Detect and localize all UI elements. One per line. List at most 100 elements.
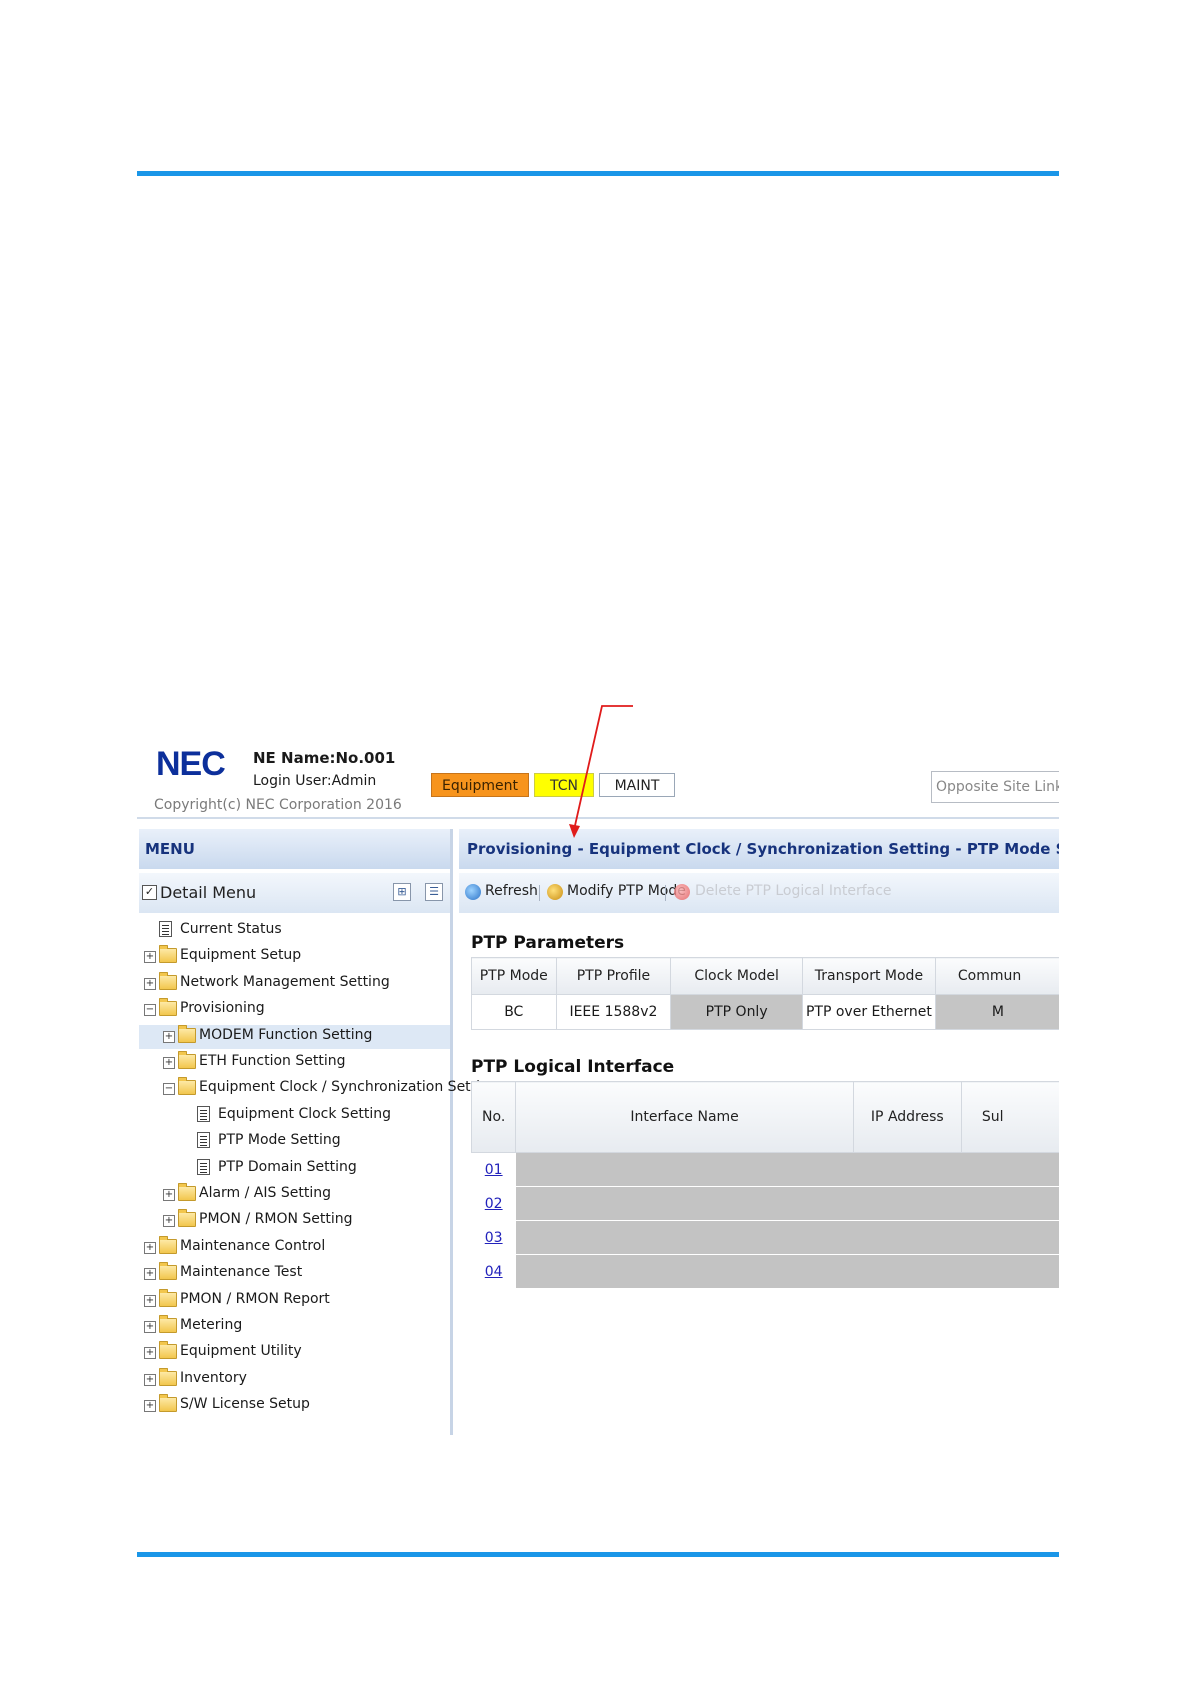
opposite-site-links-button[interactable]: Opposite Site Links: [931, 771, 1059, 803]
menu-tree-item-label: MODEM Function Setting: [199, 1026, 373, 1043]
tab-tcn[interactable]: TCN: [534, 773, 594, 797]
menu-tree-item-label: Equipment Setup: [180, 947, 302, 964]
expand-icon[interactable]: +: [144, 1400, 156, 1413]
expand-icon[interactable]: +: [144, 951, 156, 964]
folder-icon: [178, 1051, 196, 1069]
menu-tree-item-label: ETH Function Setting: [199, 1053, 346, 1069]
page-icon: [197, 1105, 210, 1122]
delete-icon: [674, 884, 690, 900]
menu-tree-item-label: Alarm / AIS Setting: [199, 1185, 331, 1201]
tab-equipment[interactable]: Equipment: [431, 773, 529, 797]
menu-tree-item-label: Equipment Clock / Synchronization Settin…: [199, 1079, 498, 1096]
folder-icon: [159, 1367, 177, 1386]
menu-tree-item[interactable]: + MODEM Function Setting: [139, 1024, 450, 1049]
table-row: 01: [471, 1152, 1059, 1187]
menu-tree-item[interactable]: + Equipment Utility: [139, 1341, 450, 1365]
expand-icon[interactable]: +: [144, 1294, 156, 1307]
menu-tree-item[interactable]: + Maintenance Test: [139, 1262, 450, 1286]
expand-icon[interactable]: +: [144, 1268, 156, 1281]
modify-ptp-mode-button[interactable]: Modify PTP Mode: [567, 883, 686, 899]
ptp-logical-interface-table: No. Interface Name IP Address Sul 01 02 03…: [470, 1081, 1059, 1289]
ptp-parameters-title: PTP Parameters: [471, 933, 625, 953]
expand-icon[interactable]: +: [163, 1057, 175, 1069]
row-data-cell: [515, 1186, 1059, 1221]
folder-icon: [159, 1394, 177, 1413]
gear-icon: [547, 884, 563, 900]
menu-tree-item[interactable]: + S/W License Setup: [139, 1394, 450, 1418]
menu-tree-item-label: Provisioning: [180, 1000, 265, 1017]
collapse-icon[interactable]: −: [144, 1004, 156, 1017]
row-number-link[interactable]: 01: [485, 1162, 503, 1178]
menu-tree-item[interactable]: + Network Management Setting: [139, 971, 450, 996]
refresh-button[interactable]: Refresh: [485, 883, 538, 899]
expand-icon[interactable]: +: [163, 1189, 175, 1201]
menu-tree-item[interactable]: + Alarm / AIS Setting: [139, 1183, 450, 1207]
menu-tree-item[interactable]: + Maintenance Control: [139, 1235, 450, 1260]
menu-tree-item-label: PMON / RMON Setting: [199, 1211, 353, 1228]
detail-menu-checkbox[interactable]: ✓: [142, 885, 157, 900]
menu-tree-item[interactable]: − Provisioning: [139, 998, 450, 1022]
menu-tree-item[interactable]: + Equipment Setup: [139, 945, 450, 969]
expand-icon[interactable]: +: [144, 977, 156, 990]
detail-menu-label: Detail Menu: [160, 883, 257, 902]
menu-tree-item-label: PMON / RMON Report: [180, 1290, 330, 1307]
row-number-link[interactable]: 03: [485, 1230, 503, 1246]
menu-tree-item-label: Metering: [180, 1317, 243, 1333]
menu-tree-item[interactable]: − Equipment Clock / Synchronization Setti…: [139, 1077, 498, 1101]
folder-icon: [159, 1315, 177, 1333]
menu-title: MENU: [139, 829, 450, 869]
tab-maint[interactable]: MAINT: [599, 773, 675, 797]
folder-icon: [159, 945, 177, 964]
menu-tree-item-label: Maintenance Control: [180, 1237, 326, 1254]
expand-icon[interactable]: +: [144, 1241, 156, 1254]
col-ptp-mode: PTP Mode: [471, 957, 557, 995]
folder-icon: [178, 1183, 196, 1201]
menu-tree-item-label: PTP Domain Setting: [218, 1158, 357, 1175]
expand-icon[interactable]: +: [163, 1215, 175, 1228]
menu-tree-item[interactable]: + PMON / RMON Setting: [139, 1209, 450, 1233]
row-number-cell: 04: [471, 1254, 516, 1289]
menu-tree-item[interactable]: PTP Mode Setting: [139, 1130, 450, 1154]
menu-tree-item[interactable]: + Metering: [139, 1315, 450, 1339]
row-number-cell: 01: [471, 1152, 516, 1187]
row-number-cell: 03: [471, 1220, 516, 1255]
toolbar: Refresh Modify PTP Mode Delete PTP Logic…: [459, 873, 1059, 913]
menu-tree-item-label: Equipment Utility: [180, 1343, 302, 1360]
col-commun: Commun: [934, 957, 1059, 995]
login-user: Login User:Admin: [253, 773, 377, 789]
menu-tree-item-label: Current Status: [180, 921, 282, 937]
expand-icon[interactable]: +: [163, 1030, 175, 1043]
row-data-cell: [515, 1254, 1059, 1289]
menu-tree-item-label: S/W License Setup: [180, 1396, 310, 1413]
col-ptp-profile: PTP Profile: [555, 957, 672, 995]
menu-tree-item[interactable]: + ETH Function Setting: [139, 1051, 450, 1075]
menu-tree-item[interactable]: Current Status: [139, 919, 450, 943]
expand-icon[interactable]: +: [144, 1373, 156, 1386]
menu-tree-item[interactable]: PTP Domain Setting: [139, 1157, 450, 1181]
folder-icon: [159, 1288, 177, 1307]
transport-mode-value: PTP over Ethernet: [801, 994, 936, 1030]
expand-icon[interactable]: +: [144, 1347, 156, 1360]
collapse-all-icon[interactable]: ☰: [425, 883, 443, 901]
row-data-cell: [515, 1152, 1059, 1187]
ne-name: NE Name:No.001: [253, 749, 396, 767]
delete-ptp-logical-interface-button[interactable]: Delete PTP Logical Interface: [695, 883, 892, 899]
menu-tree-item[interactable]: + Inventory: [139, 1367, 450, 1392]
top-rule: [137, 171, 1059, 176]
folder-icon: [178, 1024, 196, 1043]
row-number-link[interactable]: 04: [485, 1264, 503, 1280]
bottom-rule: [137, 1552, 1059, 1557]
row-number-link[interactable]: 02: [485, 1196, 503, 1212]
col-clock-model: Clock Model: [670, 957, 803, 995]
menu-tree-item[interactable]: + PMON / RMON Report: [139, 1288, 450, 1313]
expand-all-icon[interactable]: ⊞: [393, 883, 411, 901]
menu-tree-item-label: Equipment Clock Setting: [218, 1105, 392, 1122]
row-number-cell: 02: [471, 1186, 516, 1221]
collapse-icon[interactable]: −: [163, 1083, 175, 1096]
toolbar-separator: [665, 885, 666, 901]
menu-tree-item[interactable]: Equipment Clock Setting: [139, 1104, 450, 1128]
col-interface-name: Interface Name: [515, 1081, 854, 1153]
folder-icon: [159, 971, 177, 990]
folder-icon: [159, 1262, 177, 1281]
expand-icon[interactable]: +: [144, 1321, 156, 1333]
